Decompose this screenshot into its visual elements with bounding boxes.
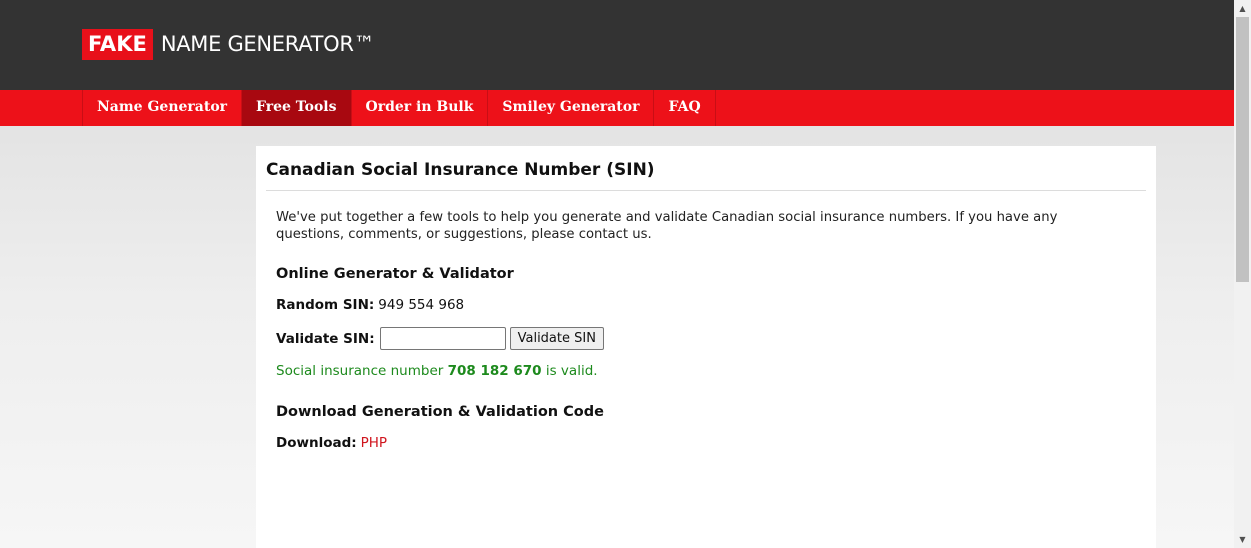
nav-item-free-tools[interactable]: Free Tools	[242, 90, 352, 126]
validate-sin-button[interactable]: Validate SIN	[509, 327, 604, 350]
random-sin-label: Random SIN:	[276, 297, 375, 313]
random-sin-row: Random SIN: 949 554 968	[276, 297, 464, 313]
result-suffix: is valid.	[545, 363, 598, 379]
main-navbar: Name Generator Free Tools Order in Bulk …	[0, 90, 1234, 126]
scrollbar-thumb[interactable]	[1236, 17, 1249, 282]
validate-sin-label: Validate SIN:	[276, 330, 375, 347]
logo-fake-badge: FAKE	[82, 29, 153, 60]
page-viewport: FAKE NAME GENERATOR™ Name Generator Free…	[0, 0, 1234, 548]
intro-paragraph: We've put together a few tools to help y…	[276, 210, 1058, 242]
logo-text: NAME GENERATOR™	[160, 32, 375, 56]
download-heading: Download Generation & Validation Code	[276, 404, 604, 420]
result-prefix: Social insurance number	[276, 363, 444, 379]
arrow-up-icon[interactable]: ▲	[1234, 0, 1251, 17]
page-title: Canadian Social Insurance Number (SIN)	[266, 160, 655, 180]
site-header: FAKE NAME GENERATOR™	[0, 0, 1234, 90]
validate-sin-input[interactable]	[379, 327, 506, 350]
title-divider	[266, 190, 1146, 191]
result-number: 708 182 670	[447, 363, 542, 379]
nav-item-smiley-generator[interactable]: Smiley Generator	[488, 90, 655, 126]
nav-item-order-in-bulk[interactable]: Order in Bulk	[352, 90, 489, 126]
site-logo[interactable]: FAKE NAME GENERATOR™	[82, 29, 375, 60]
nav-item-name-generator[interactable]: Name Generator	[83, 90, 243, 126]
validate-sin-row: Validate SIN: Validate SIN	[276, 327, 604, 350]
generator-heading: Online Generator & Validator	[276, 266, 514, 282]
nav-item-faq[interactable]: FAQ	[654, 90, 716, 126]
download-label: Download:	[276, 435, 357, 451]
random-sin-value: 949 554 968	[378, 297, 465, 313]
nav-menu: Name Generator Free Tools Order in Bulk …	[82, 90, 716, 126]
arrow-down-icon[interactable]: ▼	[1234, 531, 1251, 548]
validation-result: Social insurance number 708 182 670 is v…	[276, 363, 598, 379]
content-panel: Canadian Social Insurance Number (SIN) W…	[256, 146, 1156, 548]
vertical-scrollbar[interactable]: ▲ ▼	[1234, 0, 1251, 548]
download-row: Download: PHP	[276, 435, 387, 451]
php-download-link[interactable]: PHP	[361, 435, 387, 451]
